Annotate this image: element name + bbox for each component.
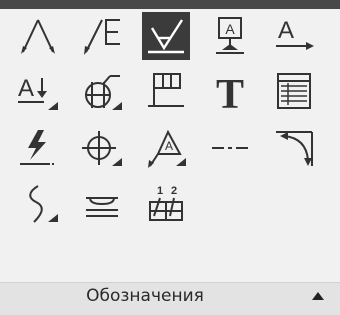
- tool-table[interactable]: [270, 68, 318, 116]
- svg-text:A: A: [165, 139, 173, 153]
- centerline-target-icon: [80, 126, 122, 166]
- tool-datum-target[interactable]: A: [206, 12, 254, 60]
- frame-annotation-icon: [144, 70, 188, 114]
- datum-target-icon: A: [208, 14, 252, 58]
- tool-cutting-plane[interactable]: [78, 68, 126, 116]
- tool-surface-roughness[interactable]: [142, 12, 190, 60]
- tool-hatch-surface[interactable]: [78, 180, 126, 228]
- arc-dimension-icon: [272, 126, 316, 166]
- tool-grid: A A A T A 1 2: [14, 12, 334, 277]
- text-position-icon: A: [18, 75, 58, 110]
- text-leader-icon: A: [272, 17, 314, 50]
- numbered-positions-icon: 1 2: [144, 185, 188, 226]
- break-line-icon: [16, 182, 58, 226]
- position-label-1: 1: [157, 185, 163, 197]
- tool-break-line[interactable]: [14, 180, 62, 228]
- tool-text-position[interactable]: A: [14, 68, 62, 116]
- svg-text:A: A: [18, 75, 34, 102]
- tool-text[interactable]: T: [206, 68, 254, 118]
- tool-text-leader[interactable]: A: [270, 12, 318, 60]
- tool-marking-leader[interactable]: A: [142, 124, 190, 172]
- marking-leader-icon: A: [148, 126, 186, 168]
- tool-leader-dimension[interactable]: [78, 12, 126, 60]
- table-icon: [272, 70, 316, 114]
- hatch-surface-icon: [80, 182, 124, 226]
- tool-numbered-positions[interactable]: 1 2: [142, 180, 190, 228]
- tool-centerline-target[interactable]: [78, 124, 126, 172]
- tool-angle-dimension[interactable]: [14, 12, 62, 60]
- axis-line-icon: [208, 126, 252, 170]
- panel-footer: Обозначения: [0, 282, 340, 315]
- svg-text:T: T: [216, 72, 244, 118]
- weld-symbol-icon: [16, 130, 60, 170]
- surface-roughness-icon: [144, 14, 188, 58]
- leader-dimension-icon: [84, 14, 124, 55]
- panel-title: Обозначения: [86, 286, 204, 306]
- tool-axis-line[interactable]: [206, 124, 254, 172]
- cutting-plane-icon: [80, 70, 122, 110]
- text-icon: T: [216, 72, 244, 118]
- svg-text:A: A: [278, 17, 294, 44]
- tool-frame-annotation[interactable]: [142, 68, 190, 116]
- tool-weld-symbol[interactable]: [14, 124, 62, 172]
- position-label-2: 2: [171, 185, 177, 197]
- svg-text:A: A: [225, 21, 235, 37]
- tool-arc-dimension[interactable]: [270, 124, 318, 172]
- collapse-arrow-icon[interactable]: [312, 292, 324, 300]
- panel-top-bar: [0, 0, 340, 9]
- annotations-panel: A A A T A 1 2 Обозначения: [0, 0, 340, 315]
- angle-dimension-icon: [21, 14, 55, 54]
